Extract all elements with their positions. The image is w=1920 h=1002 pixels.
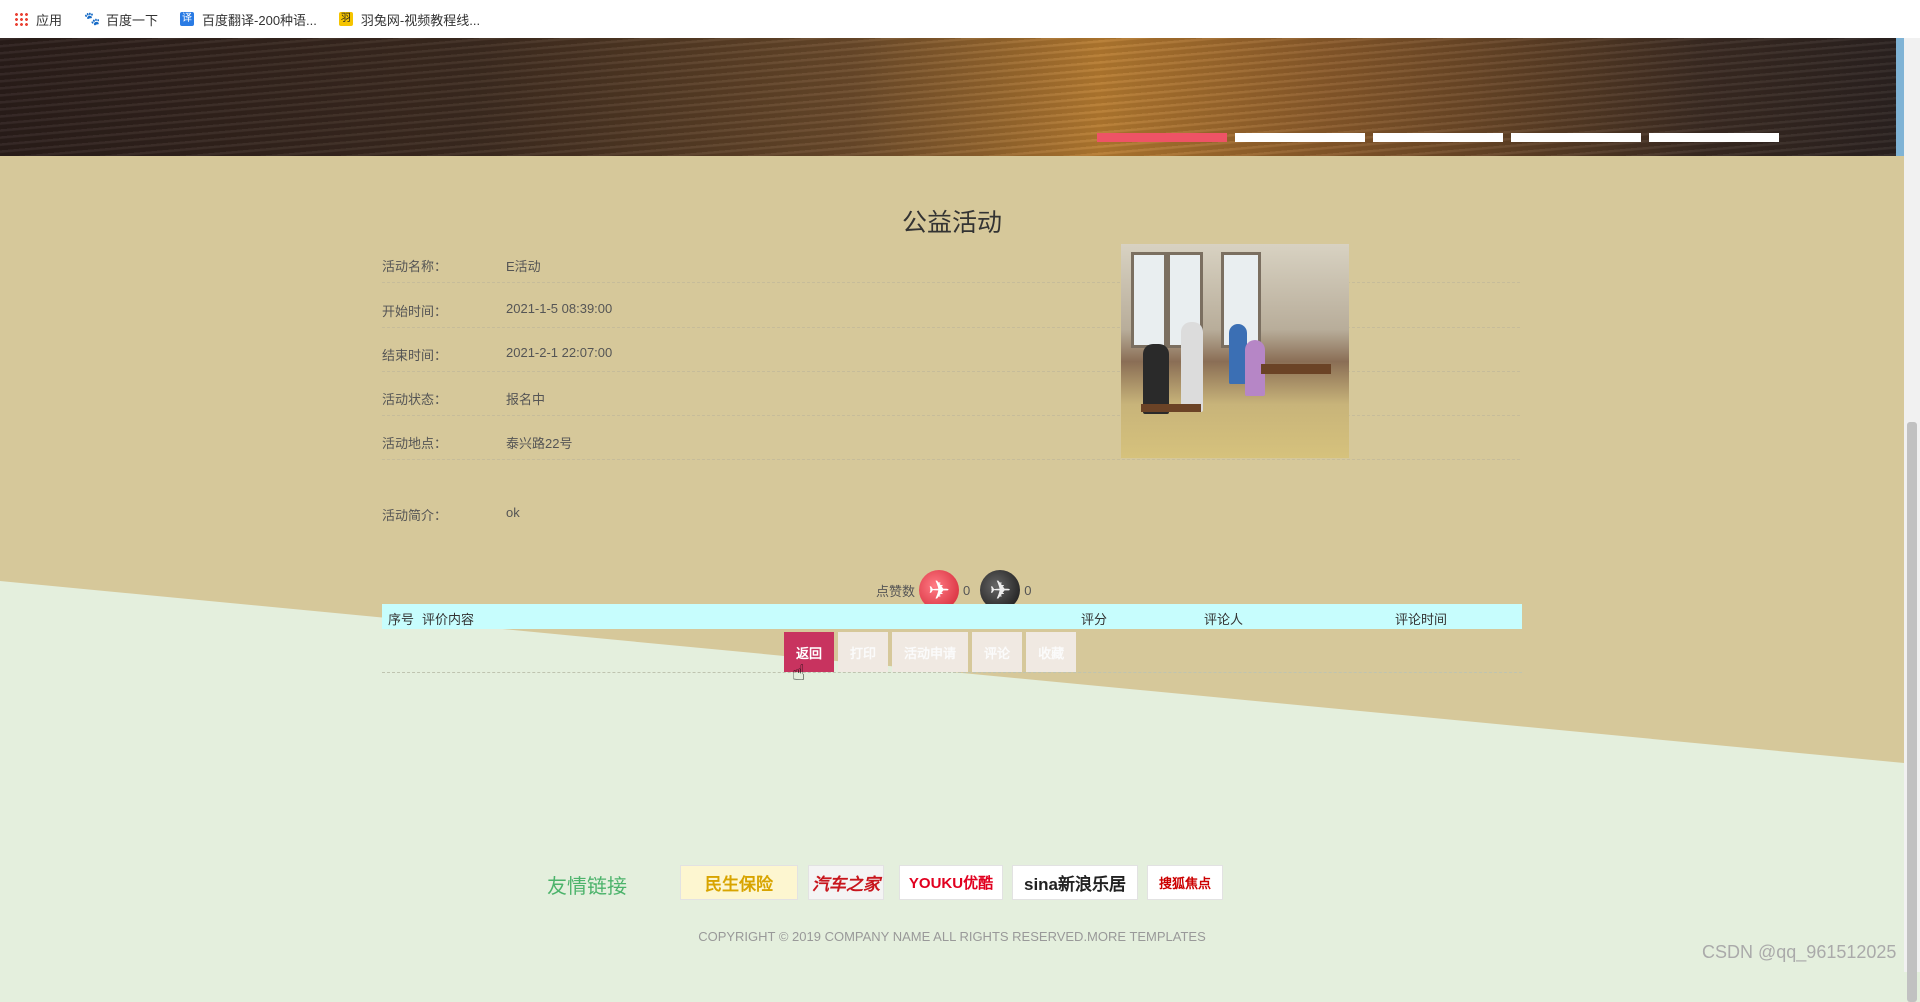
page-title: 公益活动 [901, 209, 1002, 237]
field-row-name: 活动名称： E活动 [382, 244, 1520, 283]
activity-photo [1121, 244, 1349, 458]
slide-indicator-5[interactable] [1649, 133, 1779, 142]
field-value: 2021-1-5 08:39:00 [506, 301, 613, 316]
action-buttons: 返回 打印 活动申请 评论 收藏 [784, 632, 1080, 672]
field-label: 活动名称： [382, 259, 448, 274]
logo-youku[interactable]: YOUKU优酷 [899, 865, 1003, 900]
field-label: 活动状态： [382, 392, 448, 407]
field-row-intro: 活动简介： ok [382, 493, 1520, 531]
header-score: 评分 [1081, 612, 1108, 627]
field-row-start-time: 开始时间： 2021-1-5 08:39:00 [382, 289, 1520, 328]
hand-cursor-icon: ☝ [792, 660, 806, 685]
photo-table [1261, 364, 1331, 374]
field-row-status: 活动状态： 报名中 [382, 377, 1520, 416]
comment-table: 序号 评价内容 评分 评论人 评论时间 [382, 604, 1522, 629]
detail-content: 公益活动 活动名称： E活动 开始时间： 2021-1-5 08:39:00 结… [0, 0, 1920, 972]
field-label: 结束时间： [382, 348, 448, 363]
field-label: 活动地点： [382, 436, 448, 451]
divider [382, 672, 1522, 673]
comment-button[interactable]: 评论 [972, 632, 1023, 672]
header-content: 评价内容 [422, 612, 475, 627]
slide-indicator-4[interactable] [1511, 133, 1641, 142]
comment-table-header: 序号 评价内容 评分 评论人 评论时间 [382, 604, 1522, 629]
photo-window [1131, 252, 1167, 348]
likes-label: 点赞数 [876, 583, 916, 599]
logo-autohome[interactable]: 汽车之家 [808, 865, 884, 900]
field-value: 2021-2-1 22:07:00 [506, 345, 613, 360]
like-down-count: 0 [1024, 582, 1032, 598]
friend-links-title: 友情链接 [547, 876, 627, 898]
photo-table [1141, 404, 1201, 412]
field-label: 活动简介： [382, 508, 448, 523]
field-row-end-time: 结束时间： 2021-2-1 22:07:00 [382, 333, 1520, 372]
slider-indicators [1097, 133, 1787, 142]
slide-indicator-3[interactable] [1373, 133, 1503, 142]
logo-sohu-focus[interactable]: 搜狐焦点 [1147, 865, 1223, 900]
header-commenter: 评论人 [1204, 612, 1244, 627]
like-up-count: 0 [963, 582, 971, 598]
favorite-button[interactable]: 收藏 [1026, 632, 1077, 672]
field-label: 开始时间： [382, 304, 448, 319]
logo-sina-leju[interactable]: sina新浪乐居 [1012, 865, 1138, 900]
slide-indicator-2[interactable] [1235, 133, 1365, 142]
logo-minsheng[interactable]: 民生保险 [680, 865, 798, 900]
field-value: E活动 [506, 259, 541, 274]
print-button[interactable]: 打印 [838, 632, 889, 672]
field-value: 泰兴路22号 [506, 436, 573, 451]
apply-button[interactable]: 活动申请 [892, 632, 969, 672]
header-time: 评论时间 [1395, 612, 1448, 627]
header-index: 序号 [388, 612, 415, 627]
copyright-text: COPYRIGHT © 2019 COMPANY NAME ALL RIGHTS… [698, 929, 1206, 944]
slide-indicator-1[interactable] [1097, 133, 1227, 142]
field-row-location: 活动地点： 泰兴路22号 [382, 421, 1520, 460]
field-value: ok [506, 505, 520, 520]
csdn-watermark: CSDN @qq_961512025 [1702, 942, 1897, 962]
field-value: 报名中 [506, 392, 546, 407]
photo-person [1181, 322, 1203, 412]
